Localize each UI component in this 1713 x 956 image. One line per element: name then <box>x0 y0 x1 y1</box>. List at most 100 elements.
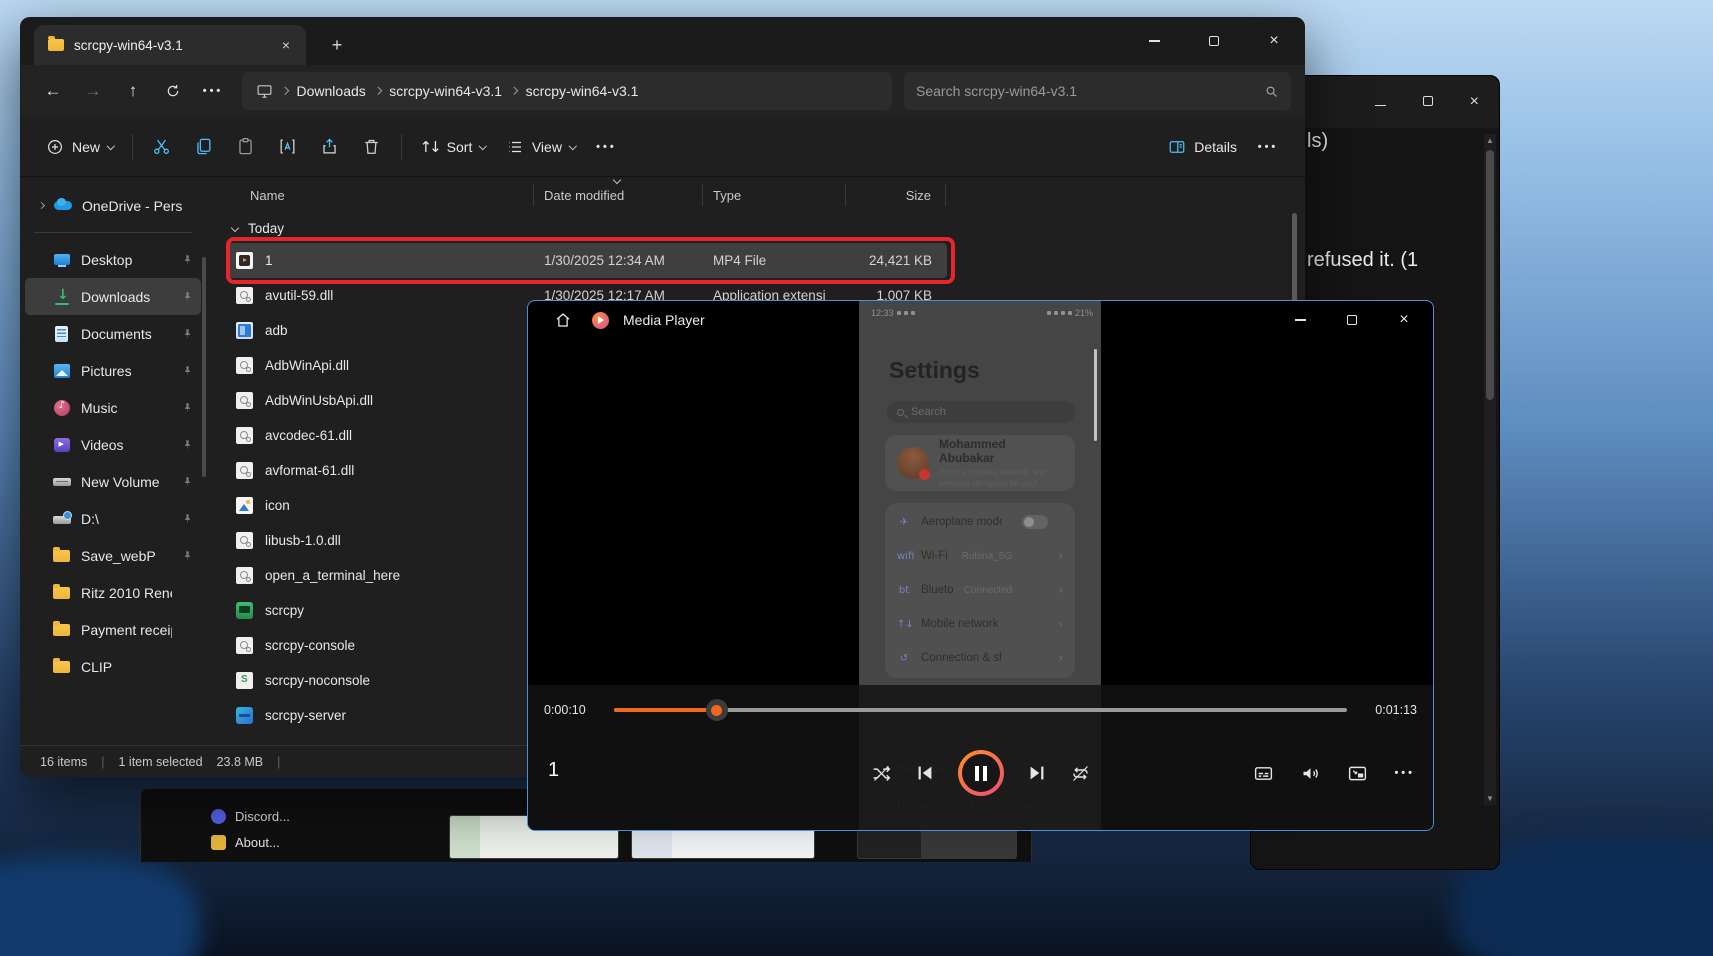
pin-icon <box>182 439 193 450</box>
phone-settings-title: Settings <box>889 357 980 383</box>
previous-button[interactable] <box>914 762 936 784</box>
terminal-scrollbar-thumb[interactable] <box>1486 150 1494 400</box>
seek-fill <box>614 708 717 712</box>
copy-button[interactable] <box>183 128 225 166</box>
column-header-size[interactable]: Size <box>846 184 946 206</box>
sidebar-item-label: Downloads <box>81 288 151 305</box>
nav-more-button[interactable]: ••• <box>194 73 232 109</box>
sidebar-item[interactable]: Pictures <box>25 352 201 389</box>
rename-button[interactable] <box>267 128 309 166</box>
breadcrumb-label[interactable]: scrcpy-win64-v3.1 <box>526 83 639 99</box>
media-close-button[interactable]: × <box>1389 305 1419 335</box>
refresh-button[interactable] <box>154 73 192 109</box>
breadcrumb-item[interactable]: Downloads <box>280 83 366 99</box>
sidebar-item-icon <box>53 251 71 269</box>
tab-close-icon[interactable]: × <box>276 35 296 55</box>
file-name: AdbWinUsbApi.dll <box>265 393 374 408</box>
sidebar-item[interactable]: Payment receipt <box>25 611 201 648</box>
search-box[interactable] <box>904 72 1291 110</box>
details-pane-button[interactable]: Details <box>1158 128 1247 166</box>
media-player-window: 12:33 21% Settings Search Mohammed Abuba… <box>527 300 1434 831</box>
paste-button[interactable] <box>225 128 267 166</box>
seek-thumb[interactable] <box>705 699 728 721</box>
file-name: avformat-61.dll <box>265 463 355 478</box>
sidebar-item[interactable]: Desktop <box>25 241 201 278</box>
forward-button[interactable]: → <box>74 73 112 109</box>
sidebar-item[interactable]: Music <box>25 389 201 426</box>
sidebar-item[interactable]: Save_webP <box>25 537 201 574</box>
sort-button[interactable]: ↑↓ Sort <box>410 128 496 166</box>
items-count: 16 items <box>40 754 88 769</box>
seek-bar[interactable] <box>614 699 1347 721</box>
toolbar-overflow-button[interactable]: ••• <box>1247 128 1289 166</box>
next-button[interactable] <box>1026 762 1048 784</box>
column-header-name[interactable]: Name <box>226 184 534 206</box>
column-header-date-modified[interactable]: Date modified <box>534 175 703 206</box>
up-button[interactable]: ↑ <box>114 73 152 109</box>
terminal-minimize-button[interactable] <box>1374 93 1386 111</box>
search-icon[interactable] <box>1264 84 1279 99</box>
delete-button[interactable] <box>351 128 393 166</box>
phone-avatar <box>897 447 930 480</box>
address-bar[interactable]: Downloads scrcpy-win64-v3.1 scrcpy-win64… <box>242 72 892 110</box>
command-bar-more-button[interactable]: ••• <box>585 128 627 166</box>
refresh-icon <box>167 85 179 97</box>
sidebar-item-icon <box>53 657 71 676</box>
pause-button[interactable] <box>957 750 1004 796</box>
sidebar-item-icon <box>53 620 71 639</box>
sidebar-item[interactable]: Videos <box>25 426 201 463</box>
sidebar-item[interactable]: Documents <box>25 315 201 352</box>
sidebar-item[interactable]: CLIP <box>25 648 201 685</box>
view-button-label: View <box>531 138 562 155</box>
new-tab-button[interactable]: + <box>320 29 354 61</box>
sidebar-item[interactable]: New Volume <box>25 463 201 500</box>
breadcrumb-label[interactable]: scrcpy-win64-v3.1 <box>389 83 502 99</box>
scroll-up-icon[interactable]: ▲ <box>1484 136 1496 145</box>
media-more-button[interactable]: ••• <box>1394 767 1415 779</box>
terminal-maximize-button[interactable] <box>1422 93 1433 111</box>
new-button[interactable]: New <box>36 128 124 166</box>
sidebar-item-onedrive[interactable]: OneDrive - Pers <box>25 187 201 224</box>
phone-settings-card: ✈ Aeroplane mode › wifi Wi-Fi Rubina_5G … <box>885 503 1075 678</box>
search-input[interactable] <box>916 83 1264 99</box>
cut-button[interactable] <box>141 128 183 166</box>
breadcrumb-item[interactable]: scrcpy-win64-v3.1 <box>509 83 639 99</box>
volume-button[interactable] <box>1300 763 1321 784</box>
sidebar-item[interactable]: Downloads <box>25 278 201 315</box>
sidebar-item[interactable]: Ritz 2010 Renew <box>25 574 201 611</box>
explorer-tab[interactable]: scrcpy-win64-v3.1 × <box>34 25 306 65</box>
view-button[interactable]: View <box>496 128 586 166</box>
expand-chevron-icon[interactable] <box>37 201 46 210</box>
terminal-close-button[interactable]: × <box>1470 93 1479 111</box>
share-button[interactable] <box>309 128 351 166</box>
media-minimize-button[interactable] <box>1285 305 1315 335</box>
sidebar-item[interactable]: D:\ <box>25 500 201 537</box>
phone-chevron-icon: › <box>1058 651 1063 665</box>
toast-about[interactable]: About... <box>211 835 280 850</box>
this-pc-icon <box>257 84 272 98</box>
breadcrumb-label[interactable]: Downloads <box>297 83 366 99</box>
annotation-rectangle <box>226 237 955 284</box>
group-collapse-icon[interactable] <box>230 223 240 233</box>
phone-settings-row: ✈ Aeroplane mode › <box>897 505 1063 539</box>
home-button[interactable] <box>548 305 578 335</box>
mini-player-button[interactable] <box>1347 763 1368 784</box>
sidebar-item-label: Save_webP <box>81 547 156 564</box>
column-header-type[interactable]: Type <box>703 184 846 206</box>
subtitles-button[interactable] <box>1253 763 1274 784</box>
sidebar-item-icon <box>53 473 71 491</box>
back-button[interactable]: ← <box>34 73 72 109</box>
repeat-button[interactable] <box>1070 763 1091 784</box>
trash-icon <box>365 139 378 154</box>
shuffle-button[interactable] <box>871 763 892 784</box>
file-name: libusb-1.0.dll <box>265 533 341 548</box>
media-maximize-button[interactable] <box>1337 305 1367 335</box>
breadcrumb-chevron-icon <box>373 87 382 95</box>
terminal-scrollbar[interactable]: ▲ ▼ <box>1484 134 1496 805</box>
breadcrumb-item[interactable]: scrcpy-win64-v3.1 <box>373 83 502 99</box>
explorer-minimize-button[interactable] <box>1141 28 1167 54</box>
scroll-down-icon[interactable]: ▼ <box>1484 794 1496 803</box>
explorer-close-button[interactable]: × <box>1261 28 1287 54</box>
explorer-maximize-button[interactable] <box>1201 28 1227 54</box>
toast-discord[interactable]: Discord... <box>211 809 290 824</box>
